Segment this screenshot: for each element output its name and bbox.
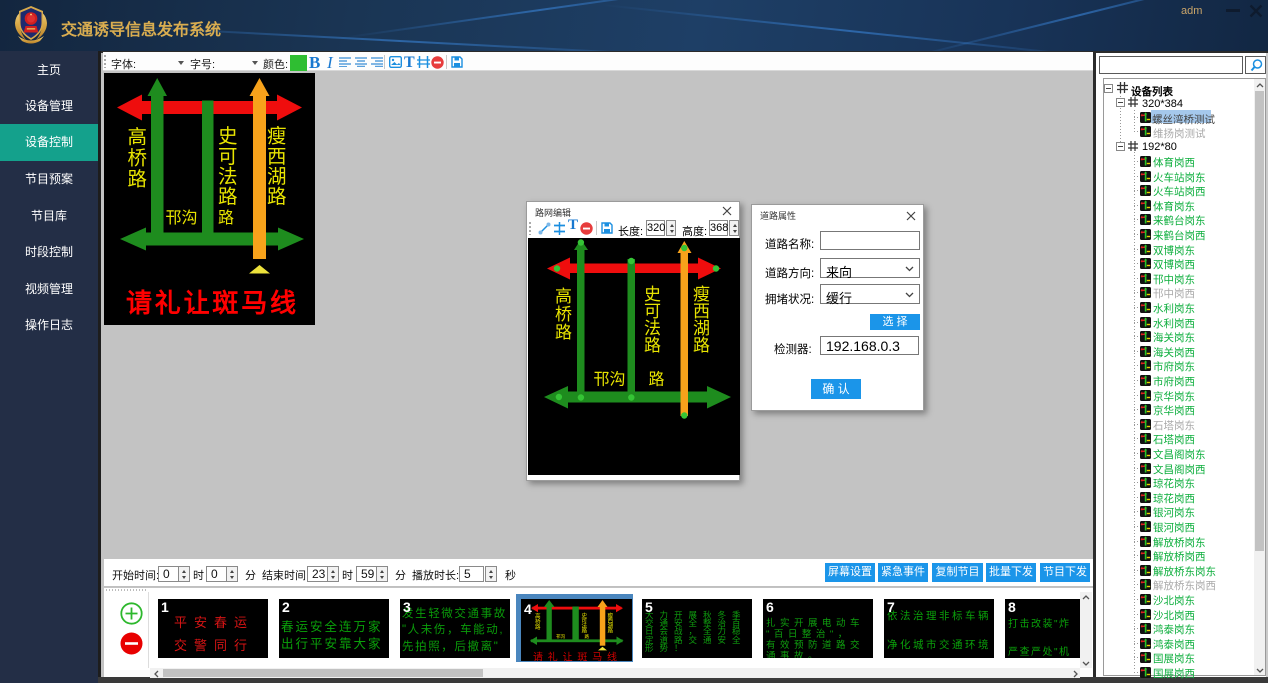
svg-text:可: 可 (218, 146, 238, 168)
svg-text:桥: 桥 (128, 148, 148, 170)
svg-text:桥: 桥 (555, 305, 572, 324)
svg-text:史: 史 (218, 126, 238, 148)
svg-text:路: 路 (693, 336, 710, 355)
svg-text:路: 路 (218, 209, 234, 227)
svg-text:路: 路 (649, 371, 665, 389)
svg-text:湖: 湖 (267, 166, 287, 188)
svg-text:路: 路 (128, 169, 148, 191)
svg-text:路: 路 (555, 323, 572, 342)
svg-text:西: 西 (267, 146, 287, 168)
svg-text:路: 路 (644, 336, 661, 355)
svg-text:路: 路 (267, 186, 287, 208)
svg-text:路: 路 (608, 627, 614, 635)
svg-text:邗沟: 邗沟 (556, 633, 566, 640)
svg-text:邗沟: 邗沟 (166, 209, 198, 227)
svg-text:请礼让斑马线: 请礼让斑马线 (533, 651, 622, 662)
svg-text:瘦: 瘦 (267, 126, 287, 148)
svg-text:法: 法 (218, 166, 238, 188)
svg-text:高: 高 (128, 127, 148, 149)
svg-text:路: 路 (218, 186, 238, 208)
svg-text:邗沟: 邗沟 (594, 371, 626, 389)
svg-text:路: 路 (585, 633, 590, 640)
svg-text:请礼让斑马线: 请礼让斑马线 (126, 288, 299, 318)
svg-text:路: 路 (535, 623, 541, 631)
svg-text:高: 高 (555, 287, 572, 306)
